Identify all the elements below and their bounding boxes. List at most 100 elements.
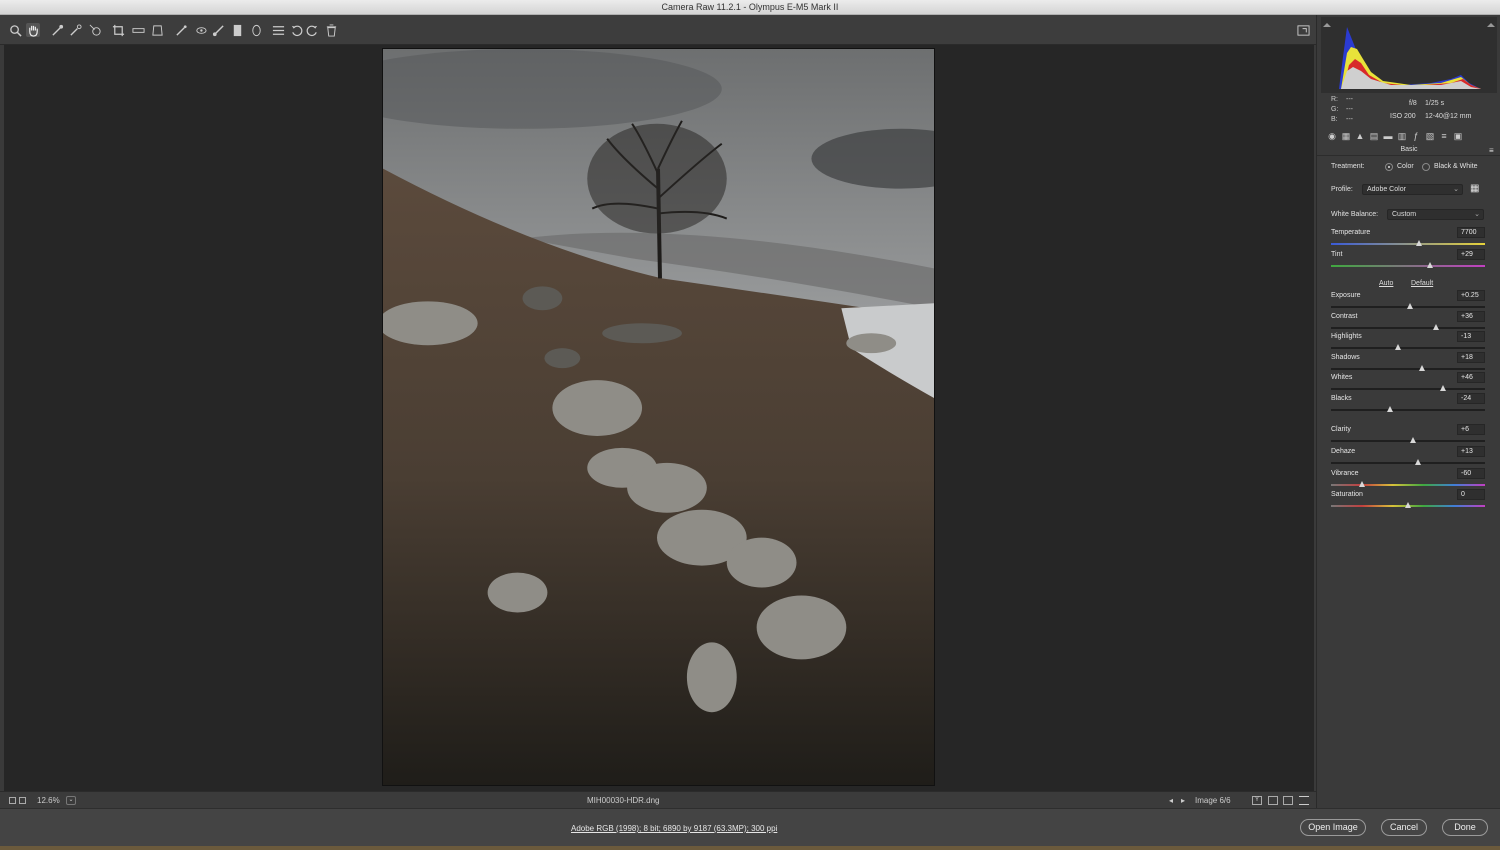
slider-track[interactable]: [1331, 347, 1485, 349]
slider-track[interactable]: [1331, 243, 1485, 245]
slider-thumb[interactable]: [1432, 324, 1439, 330]
done-button[interactable]: Done: [1442, 819, 1488, 836]
treatment-bw-label[interactable]: Black & White: [1434, 163, 1478, 170]
presets-list-icon[interactable]: [271, 23, 285, 37]
zoom-icon[interactable]: [8, 23, 22, 37]
workflow-options-link[interactable]: Adobe RGB (1998); 8 bit; 6890 by 9187 (6…: [571, 824, 777, 833]
green-label: G:: [1331, 106, 1339, 113]
slider-label: Exposure: [1331, 292, 1361, 299]
rotate-right-icon[interactable]: [305, 23, 319, 37]
slider-track[interactable]: [1331, 440, 1485, 442]
snapshots-tab-icon[interactable]: ▣: [1453, 131, 1463, 141]
slider-value-input[interactable]: +46: [1457, 372, 1485, 383]
slider-thumb[interactable]: [1409, 437, 1416, 443]
white-balance-icon[interactable]: [50, 23, 64, 37]
swap-settings-icon[interactable]: [1268, 796, 1278, 805]
slider-track[interactable]: [1331, 462, 1485, 464]
profile-browser-icon[interactable]: ▦: [1470, 183, 1479, 194]
slider-thumb[interactable]: [1386, 406, 1393, 412]
slider-track[interactable]: [1331, 327, 1485, 329]
slider-track[interactable]: [1331, 409, 1485, 411]
before-after-icon[interactable]: Y: [1252, 796, 1262, 805]
slider-value-input[interactable]: -60: [1457, 468, 1485, 479]
preview-preferences-icon[interactable]: [1299, 796, 1309, 805]
zoom-dropdown-chevron-icon[interactable]: ⌄: [66, 796, 76, 805]
treatment-color-radio[interactable]: [1385, 163, 1393, 171]
slider-value-input[interactable]: 7700: [1457, 227, 1485, 238]
fullscreen-toggle-icon[interactable]: [1296, 23, 1310, 37]
basic-tab-icon[interactable]: ◉: [1327, 131, 1337, 141]
slider-clarity[interactable]: Clarity +6: [1331, 424, 1485, 448]
slider-value-input[interactable]: +36: [1457, 311, 1485, 322]
panel-menu-icon[interactable]: ≡: [1489, 146, 1494, 155]
default-tone-link[interactable]: Default: [1411, 280, 1433, 287]
color-sampler-icon[interactable]: [68, 23, 82, 37]
slider-thumb[interactable]: [1415, 240, 1422, 246]
prev-image-icon[interactable]: ◂: [1169, 796, 1173, 805]
slider-thumb[interactable]: [1407, 303, 1414, 309]
slider-value-input[interactable]: +6: [1457, 424, 1485, 435]
slider-dehaze[interactable]: Dehaze +13: [1331, 446, 1485, 470]
slider-thumb[interactable]: [1418, 365, 1425, 371]
zoom-out-icon[interactable]: [9, 797, 16, 804]
slider-track[interactable]: [1331, 265, 1485, 267]
red-eye-icon[interactable]: [193, 23, 207, 37]
presets-tab-icon[interactable]: ≡: [1439, 131, 1449, 141]
radial-filter-icon[interactable]: [249, 23, 263, 37]
slider-thumb[interactable]: [1415, 459, 1421, 465]
slider-thumb[interactable]: [1440, 385, 1447, 391]
slider-value-input[interactable]: +29: [1457, 249, 1485, 260]
trash-icon[interactable]: [324, 23, 338, 37]
split-toning-tab-icon[interactable]: ▬: [1383, 131, 1393, 141]
slider-track[interactable]: [1331, 368, 1485, 370]
slider-thumb[interactable]: [1358, 481, 1365, 487]
slider-track[interactable]: [1331, 484, 1485, 486]
hsl-tab-icon[interactable]: ▤: [1369, 131, 1379, 141]
transform-icon[interactable]: [150, 23, 164, 37]
copy-settings-icon[interactable]: [1283, 796, 1293, 805]
slider-saturation[interactable]: Saturation 0: [1331, 489, 1485, 513]
slider-value-input[interactable]: -24: [1457, 393, 1485, 404]
hand-icon[interactable]: [26, 23, 40, 37]
slider-temperature[interactable]: Temperature 7700: [1331, 227, 1485, 251]
slider-blacks[interactable]: Blacks -24: [1331, 393, 1485, 417]
next-image-icon[interactable]: ▸: [1181, 796, 1185, 805]
straighten-icon[interactable]: [131, 23, 145, 37]
slider-value-input[interactable]: 0: [1457, 489, 1485, 500]
slider-value-input[interactable]: +0.25: [1457, 290, 1485, 301]
rotate-left-icon[interactable]: [289, 23, 303, 37]
detail-tab-icon[interactable]: ▲: [1355, 131, 1365, 141]
slider-track[interactable]: [1331, 388, 1485, 390]
slider-value-input[interactable]: -13: [1457, 331, 1485, 342]
tone-curve-tab-icon[interactable]: ▦: [1341, 131, 1351, 141]
calibration-tab-icon[interactable]: ▧: [1425, 131, 1435, 141]
graduated-filter-icon[interactable]: [230, 23, 244, 37]
zoom-level[interactable]: 12.6%: [37, 796, 60, 805]
profile-value: Adobe Color: [1367, 186, 1406, 193]
white-balance-dropdown[interactable]: Custom ⌄: [1387, 209, 1484, 220]
adjustment-brush-icon[interactable]: [211, 23, 225, 37]
treatment-bw-radio[interactable]: [1422, 163, 1430, 171]
slider-value-input[interactable]: +13: [1457, 446, 1485, 457]
slider-value-input[interactable]: +18: [1457, 352, 1485, 363]
zoom-in-icon[interactable]: [19, 797, 26, 804]
cancel-button[interactable]: Cancel: [1381, 819, 1427, 836]
profile-dropdown[interactable]: Adobe Color ⌄: [1362, 184, 1463, 195]
spot-removal-icon[interactable]: [174, 23, 188, 37]
lens-corrections-tab-icon[interactable]: ▥: [1397, 131, 1407, 141]
shadow-clipping-icon[interactable]: [1323, 23, 1331, 27]
treatment-color-label[interactable]: Color: [1397, 163, 1414, 170]
slider-thumb[interactable]: [1394, 344, 1401, 350]
effects-tab-icon[interactable]: ƒ: [1411, 131, 1421, 141]
open-image-button[interactable]: Open Image: [1300, 819, 1366, 836]
image-preview[interactable]: [382, 48, 935, 786]
slider-thumb[interactable]: [1405, 502, 1411, 508]
targeted-adjustment-icon[interactable]: [88, 23, 102, 37]
slider-tint[interactable]: Tint +29: [1331, 249, 1485, 273]
auto-tone-link[interactable]: Auto: [1379, 280, 1393, 287]
crop-icon[interactable]: [111, 23, 125, 37]
slider-label: Highlights: [1331, 333, 1362, 340]
highlight-clipping-icon[interactable]: [1487, 23, 1495, 27]
green-value: ---: [1346, 106, 1353, 113]
slider-thumb[interactable]: [1427, 262, 1434, 268]
